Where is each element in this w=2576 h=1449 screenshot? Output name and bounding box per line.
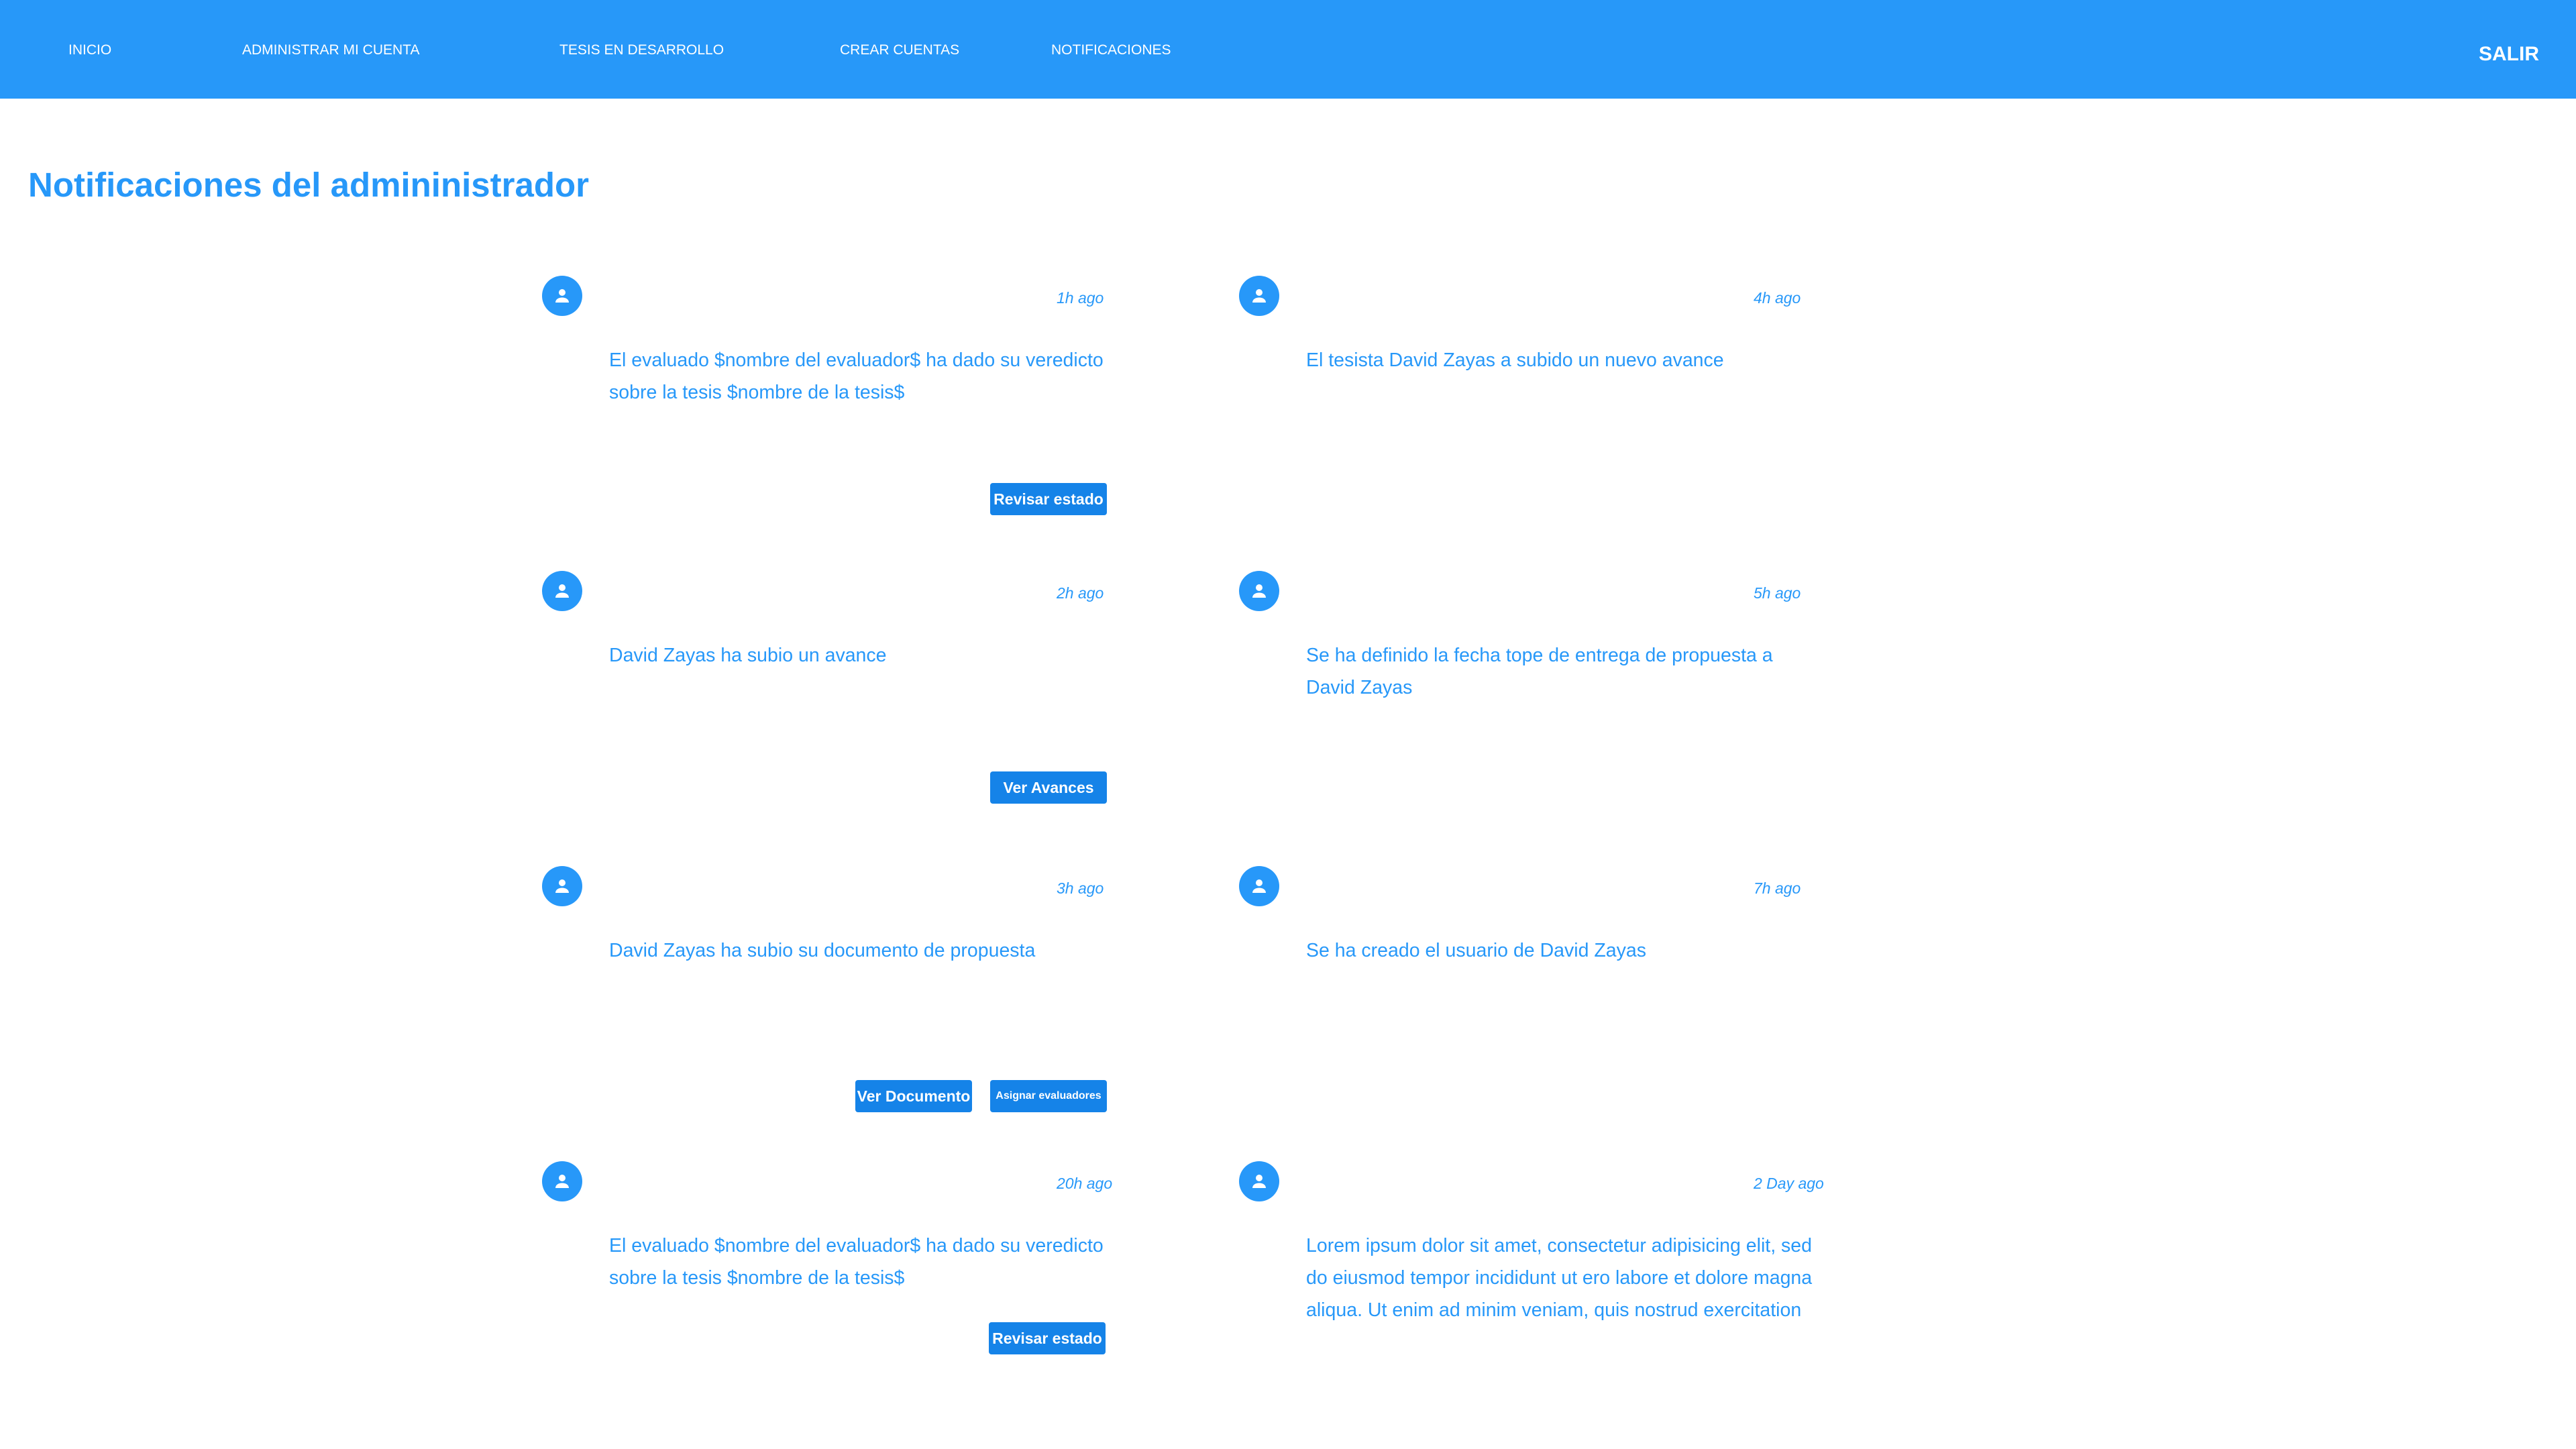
notification-time: 5h ago [1754, 584, 1801, 602]
notification-card: 2 Day ago Lorem ipsum dolor sit amet, co… [1239, 1161, 1843, 1430]
notification-message: David Zayas ha subio un avance [609, 645, 887, 666]
page-title: Notificaciones del admininistrador [28, 166, 589, 204]
notification-time: 3h ago [1057, 879, 1104, 897]
notification-message: Se ha creado el usuario de David Zayas [1306, 940, 1646, 961]
notification-card: 5h ago Se ha definido la fecha tope de e… [1239, 571, 1843, 839]
user-icon [542, 571, 582, 611]
notification-card: 2h ago David Zayas ha subio un avance Ve… [542, 571, 1146, 839]
notification-card: 3h ago David Zayas ha subio su documento… [542, 866, 1146, 1134]
notification-card: 20h ago El evaluado $nombre del evaluado… [542, 1161, 1146, 1430]
user-icon [1239, 571, 1279, 611]
notification-message: Se ha definido la fecha tope de entrega … [1306, 645, 1773, 698]
nav-item-tesis-en-desarrollo[interactable]: TESIS EN DESARROLLO [559, 42, 724, 58]
notification-card: 7h ago Se ha creado el usuario de David … [1239, 866, 1843, 1134]
notification-time: 1h ago [1057, 289, 1104, 307]
user-icon [1239, 1161, 1279, 1201]
notification-message: David Zayas ha subio su documento de pro… [609, 940, 1036, 961]
notification-card: 4h ago El tesista David Zayas a subido u… [1239, 276, 1843, 544]
user-icon [1239, 276, 1279, 316]
user-icon [542, 1161, 582, 1201]
logout-link[interactable]: SALIR [2479, 43, 2539, 66]
revisar-estado-button[interactable]: Revisar estado [989, 1322, 1106, 1354]
notification-time: 2 Day ago [1754, 1175, 1824, 1192]
notification-time: 2h ago [1057, 584, 1104, 602]
notification-time: 7h ago [1754, 879, 1801, 897]
ver-documento-button[interactable]: Ver Documento [855, 1080, 972, 1112]
notification-card: 1h ago El evaluado $nombre del evaluador… [542, 276, 1146, 544]
notification-message: El tesista David Zayas a subido un nuevo… [1306, 350, 1724, 371]
notification-message: Lorem ipsum dolor sit amet, consectetur … [1306, 1235, 1813, 1321]
notification-time: 20h ago [1057, 1175, 1113, 1192]
nav-item-administrar-mi-cuenta[interactable]: ADMINISTRAR MI CUENTA [242, 42, 419, 58]
nav-item-inicio[interactable]: INICIO [68, 42, 111, 58]
notification-time: 4h ago [1754, 289, 1801, 307]
ver-avances-button[interactable]: Ver Avances [990, 771, 1107, 804]
revisar-estado-button[interactable]: Revisar estado [990, 483, 1107, 515]
user-icon [1239, 866, 1279, 906]
notification-message: El evaluado $nombre del evaluador$ ha da… [609, 1235, 1104, 1289]
notification-message: El evaluado $nombre del evaluador$ ha da… [609, 350, 1104, 403]
top-navbar: INICIO ADMINISTRAR MI CUENTA TESIS EN DE… [0, 0, 2576, 99]
nav-item-notificaciones[interactable]: NOTIFICACIONES [1051, 42, 1171, 58]
user-icon [542, 276, 582, 316]
user-icon [542, 866, 582, 906]
asignar-evaluadores-button[interactable]: Asignar evaluadores [990, 1080, 1107, 1112]
nav-item-crear-cuentas[interactable]: CREAR CUENTAS [840, 42, 959, 58]
